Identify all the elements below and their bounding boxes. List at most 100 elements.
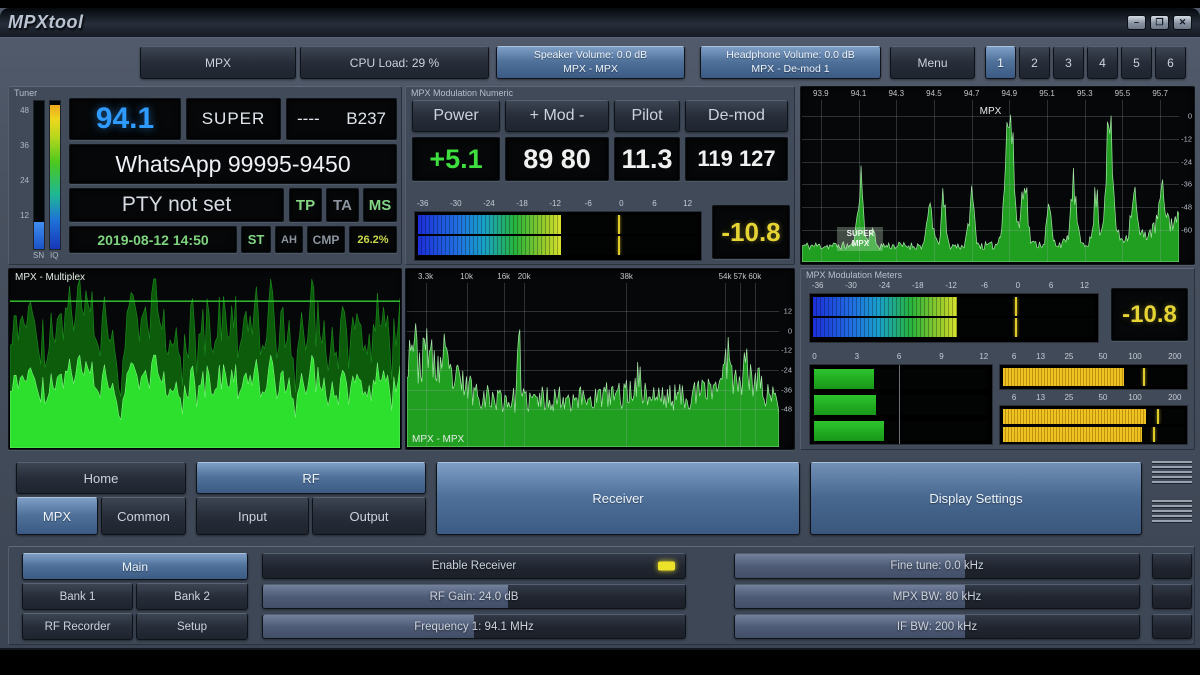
axis-tick-label: 20k xyxy=(518,272,531,281)
fine-tune-label: Fine tune: 0.0 kHz xyxy=(890,560,983,572)
drag-grip[interactable] xyxy=(1152,461,1192,483)
gridline xyxy=(740,283,741,447)
gridline xyxy=(725,283,726,447)
minimize-button[interactable]: – xyxy=(1127,15,1146,30)
gridline xyxy=(1009,100,1010,262)
gridline xyxy=(407,311,779,312)
preset-4-button[interactable]: 4 xyxy=(1087,46,1118,79)
gridline xyxy=(802,139,1179,140)
scope-label: MPX - Multiplex xyxy=(15,272,85,283)
station-name-display: SUPER xyxy=(186,98,281,140)
preset-3-button[interactable]: 3 xyxy=(1053,46,1084,79)
nav-common-tab[interactable]: Common xyxy=(101,497,186,535)
mod-meters-title: MPX Modulation Meters xyxy=(806,270,902,280)
preset-2-button[interactable]: 2 xyxy=(1019,46,1050,79)
radiotext-display: WhatsApp 99995-9450 xyxy=(69,144,397,184)
extra-button[interactable] xyxy=(1152,553,1192,579)
menu-button[interactable]: Menu xyxy=(890,46,975,79)
fine-tune-slider[interactable]: Fine tune: 0.0 kHz xyxy=(734,553,1140,579)
power-value: +5.1 xyxy=(412,137,500,181)
pi-code-display: ---- B237 xyxy=(286,98,397,140)
frequency-1-slider[interactable]: Frequency 1: 94.1 MHz xyxy=(262,614,686,639)
frequency-1-label: Frequency 1: 94.1 MHz xyxy=(414,621,534,633)
extra-button[interactable] xyxy=(1152,584,1192,609)
mpx-toolbar-button[interactable]: MPX xyxy=(140,46,296,79)
pilot-value: 11.3 xyxy=(614,137,680,181)
preset-6-button[interactable]: 6 xyxy=(1155,46,1186,79)
axis-tick-label: 95.3 xyxy=(1077,89,1093,98)
db-value-display: -10.8 xyxy=(1111,288,1188,341)
mpx-bw-label: MPX BW: 80 kHz xyxy=(893,591,982,603)
mod-meters-panel: MPX Modulation Meters -36-30-24-18-12-60… xyxy=(800,268,1195,450)
nav-mpx-tab[interactable]: MPX xyxy=(16,497,98,535)
db-peak-marker xyxy=(1015,318,1017,337)
gridline xyxy=(896,100,897,262)
db-meter-bar xyxy=(813,297,1095,316)
headphone-volume-button[interactable]: Headphone Volume: 0.0 dB MPX - De-mod 1 xyxy=(700,46,881,79)
demod-header-button[interactable]: De-mod xyxy=(685,100,788,132)
pilot-meter-bar xyxy=(814,369,988,389)
bank-2-button[interactable]: Bank 2 xyxy=(136,583,248,610)
bank-1-button[interactable]: Bank 1 xyxy=(22,583,133,610)
nav-input-tab[interactable]: Input xyxy=(196,497,309,535)
mpx-spectrum-y-axis: 120-12-24-36-48 xyxy=(779,283,793,447)
enable-receiver-toggle[interactable]: Enable Receiver xyxy=(262,553,686,579)
axis-tick-label: 16k xyxy=(497,272,510,281)
scale-tick: 0 xyxy=(1016,281,1020,290)
rf-spectrum-y-axis: 0-12-24-36-48-60 xyxy=(1179,100,1193,262)
window-controls: – ❐ ✕ xyxy=(1127,15,1192,30)
pilot-meter-bar xyxy=(814,421,988,441)
iq-label: IQ xyxy=(50,251,58,260)
rf-spectrum-x-axis: 93.994.194.394.594.794.995.195.395.595.7 xyxy=(802,89,1179,100)
extra-button[interactable] xyxy=(1152,614,1192,639)
speaker-volume-button[interactable]: Speaker Volume: 0.0 dB MPX - MPX xyxy=(496,46,685,79)
bank-main-button[interactable]: Main xyxy=(22,553,248,580)
scope-waveform xyxy=(10,270,400,448)
mod-numeric-panel: MPX Modulation Numeric Power + Mod - Pil… xyxy=(405,86,795,265)
marker-line1: SUPER xyxy=(837,229,883,239)
rf-gain-slider[interactable]: RF Gain: 24.0 dB xyxy=(262,584,686,609)
nav-rf-button[interactable]: RF xyxy=(196,462,426,494)
gridline xyxy=(524,283,525,447)
gridline xyxy=(1047,100,1048,262)
pilot-scale: 036912 xyxy=(809,352,993,363)
cpu-load-button[interactable]: CPU Load: 29 % xyxy=(300,46,489,79)
tuner-panel-title: Tuner xyxy=(14,88,37,98)
nav-display-settings-button[interactable]: Display Settings xyxy=(810,462,1142,535)
axis-tick-label: 94.3 xyxy=(888,89,904,98)
pilot-header-button[interactable]: Pilot xyxy=(614,100,680,132)
scale-tick: 6 xyxy=(1049,281,1053,290)
setup-button[interactable]: Setup xyxy=(136,613,248,640)
nav-home-button[interactable]: Home xyxy=(16,462,186,494)
restore-button[interactable]: ❐ xyxy=(1150,15,1169,30)
drag-grip[interactable] xyxy=(1152,500,1192,522)
scale-tick: -18 xyxy=(516,199,528,208)
gridline xyxy=(407,350,779,351)
signal-percent-display: 26.2% xyxy=(349,226,397,253)
mpx-bw-slider[interactable]: MPX BW: 80 kHz xyxy=(734,584,1140,609)
axis-tick-label: 57k xyxy=(733,272,746,281)
db-peak-marker xyxy=(1015,297,1017,316)
nav-receiver-button[interactable]: Receiver xyxy=(436,462,800,535)
rf-recorder-button[interactable]: RF Recorder xyxy=(22,613,133,640)
gridline xyxy=(407,409,779,410)
frequency-display: 94.1 xyxy=(69,98,181,140)
nav-output-tab[interactable]: Output xyxy=(312,497,426,535)
rf-spectrum-plot: MPX SUPER MPX xyxy=(802,100,1179,262)
meter-stripes xyxy=(813,297,1095,316)
close-button[interactable]: ✕ xyxy=(1173,15,1192,30)
scale-tick: 3 xyxy=(855,352,859,361)
preset-5-button[interactable]: 5 xyxy=(1121,46,1152,79)
scale-tick: -24 xyxy=(483,199,495,208)
pilot-gridline xyxy=(899,365,900,444)
power-header-button[interactable]: Power xyxy=(412,100,500,132)
demod-bar xyxy=(1003,427,1184,442)
axis-tick-label: 94.1 xyxy=(851,89,867,98)
gridline xyxy=(1160,100,1161,262)
db-scale: -36-30-24-18-12-60612 xyxy=(414,199,702,210)
gridline xyxy=(755,283,756,447)
if-bw-slider[interactable]: IF BW: 200 kHz xyxy=(734,614,1140,639)
preset-1-button[interactable]: 1 xyxy=(985,46,1016,79)
mod-header-button[interactable]: + Mod - xyxy=(505,100,609,132)
sn-meter-fill xyxy=(34,222,44,249)
